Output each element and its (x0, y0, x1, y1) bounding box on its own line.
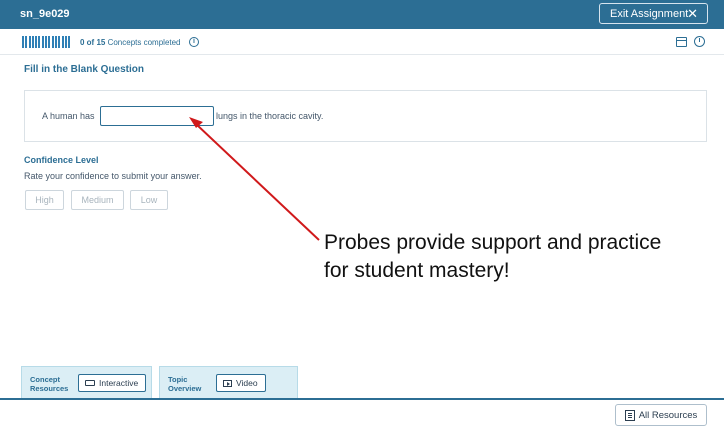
progress-text: 0 of 15 Concepts completed (80, 38, 181, 47)
progress-segment (58, 36, 61, 48)
topic-overview-label-2: Overview (168, 384, 202, 393)
progress-segment (28, 36, 31, 48)
concept-resources-label: Concept Resources (30, 375, 68, 393)
progress-segment (25, 36, 28, 48)
topic-overview-label: Topic Overview (168, 375, 201, 393)
info-icon[interactable]: i (189, 37, 199, 47)
confidence-low-button[interactable]: Low (130, 190, 168, 210)
bottom-bar: All Resources (0, 398, 724, 428)
progress-segment (48, 36, 51, 48)
progress-suffix: Concepts completed (107, 38, 181, 47)
progress-segment (68, 36, 71, 48)
interactive-label: Interactive (99, 378, 139, 388)
progress-segment (54, 36, 57, 48)
annotation-callout: Probes provide support and practice for … (324, 229, 661, 285)
annotation-line-2: for student mastery! (324, 259, 510, 282)
concept-resources-tab: Concept Resources Interactive (21, 366, 152, 399)
blank-answer-input[interactable] (100, 106, 214, 126)
top-bar: sn_9e029 Exit Assignment ✕ (0, 0, 724, 29)
interactive-icon (85, 380, 95, 386)
progress-segment (31, 36, 34, 48)
confidence-subtitle: Rate your confidence to submit your answ… (24, 171, 202, 181)
question-title: Fill in the Blank Question (24, 64, 145, 75)
all-resources-button[interactable]: All Resources (615, 404, 707, 426)
progress-bar (22, 36, 71, 48)
interactive-button[interactable]: Interactive (78, 374, 146, 392)
clock-icon[interactable] (694, 36, 705, 47)
confidence-title: Confidence Level (24, 155, 99, 165)
progress-segment (22, 36, 24, 48)
topic-overview-tab: Topic Overview Video (159, 366, 298, 399)
calendar-icon[interactable] (676, 37, 687, 47)
assignment-id: sn_9e029 (20, 8, 70, 20)
progress-segment (64, 36, 67, 48)
progress-segment (61, 36, 64, 48)
confidence-medium-button[interactable]: Medium (71, 190, 124, 210)
progress-segment (38, 36, 41, 48)
progress-segment (35, 36, 38, 48)
annotation-line-1: Probes provide support and practice (324, 231, 662, 254)
concept-resources-label-2: Resources (30, 384, 69, 393)
exit-assignment-button[interactable]: Exit Assignment ✕ (599, 3, 708, 24)
close-icon: ✕ (687, 6, 698, 21)
progress-row: 0 of 15 Concepts completed i (0, 29, 724, 55)
video-label: Video (236, 378, 258, 388)
exit-assignment-label: Exit Assignment (610, 7, 689, 20)
progress-segment (51, 36, 54, 48)
progress-segment (41, 36, 44, 48)
progress-segment (45, 36, 48, 48)
concept-resources-label-1: Concept (30, 375, 60, 384)
question-prefix: A human has (42, 111, 95, 121)
question-suffix: lungs in the thoracic cavity. (216, 111, 324, 121)
progress-count: 0 of 15 (80, 38, 106, 47)
video-icon (223, 379, 232, 387)
video-button[interactable]: Video (216, 374, 266, 392)
confidence-high-button[interactable]: High (25, 190, 64, 210)
resources-icon (624, 409, 635, 421)
all-resources-label: All Resources (638, 409, 698, 421)
topic-overview-label-1: Topic (168, 375, 188, 384)
